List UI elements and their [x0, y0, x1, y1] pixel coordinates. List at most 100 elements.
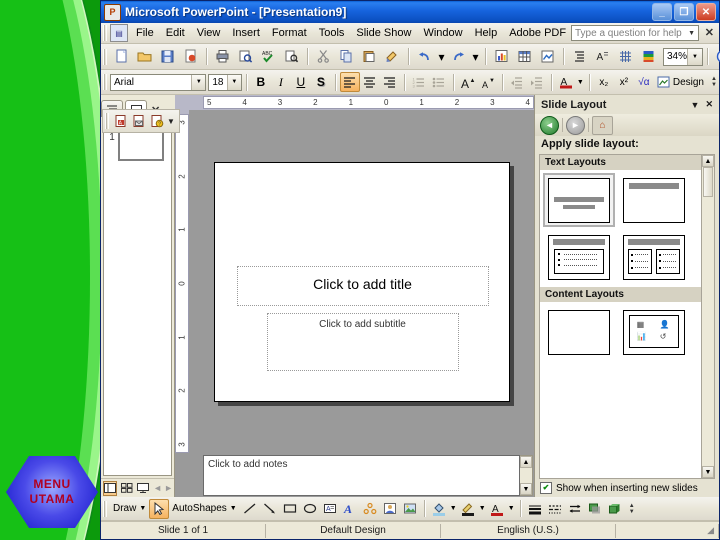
cut-icon[interactable] — [313, 46, 334, 67]
pdf-toolbar-grip[interactable] — [105, 113, 109, 129]
increase-font-icon[interactable]: A ▲ — [458, 72, 478, 92]
permission-icon[interactable] — [180, 46, 201, 67]
formatting-toolbar-options-icon[interactable]: ▲ ▼ — [709, 72, 719, 92]
pdf-and-review-icon[interactable]: ? — [148, 112, 166, 130]
menu-item-edit[interactable]: Edit — [160, 25, 191, 41]
picture-icon[interactable] — [400, 499, 420, 519]
menubar-grip[interactable] — [103, 25, 107, 41]
menu-item-adobe-pdf[interactable]: Adobe PDF — [503, 25, 572, 41]
align-left-icon[interactable] — [339, 72, 360, 92]
new-document-icon[interactable] — [111, 46, 132, 67]
italic-button[interactable]: I — [271, 72, 291, 92]
layout-title-slide[interactable] — [543, 173, 615, 227]
pdf-and-email-icon[interactable] — [130, 112, 148, 130]
chevron-down-icon[interactable]: ▼ — [688, 30, 695, 37]
font-size-dropdown-icon[interactable]: ▼ — [226, 74, 241, 90]
show-on-new-slides-row[interactable]: ✔ Show when inserting new slides — [535, 479, 719, 497]
previous-slide-icon[interactable]: ◄ — [153, 483, 162, 493]
home-icon[interactable]: ⌂ — [592, 115, 613, 135]
decrease-indent-icon[interactable] — [507, 72, 527, 92]
arrow-icon[interactable] — [260, 499, 280, 519]
font-name-dropdown-icon[interactable]: ▼ — [191, 74, 206, 90]
task-pane-close-icon[interactable]: ✕ — [705, 99, 713, 110]
formatting-toolbar-grip[interactable] — [103, 74, 107, 90]
normal-view-icon[interactable] — [103, 480, 118, 496]
decrease-font-icon[interactable]: A ▼ — [478, 72, 498, 92]
layout-gallery-scrollbar[interactable]: ▲ ▼ — [701, 155, 714, 478]
arrow-style-icon[interactable] — [565, 499, 585, 519]
fill-color-dropdown-icon[interactable]: ▼ — [449, 499, 458, 519]
layout-blank[interactable] — [543, 305, 615, 359]
font-color-icon[interactable]: A — [556, 72, 576, 92]
line-icon[interactable] — [240, 499, 260, 519]
insert-diagram-icon[interactable] — [537, 46, 558, 67]
slide-sorter-icon[interactable] — [119, 481, 133, 496]
undo-icon[interactable] — [414, 46, 435, 67]
font-size-combo[interactable]: 18 ▼ — [208, 73, 242, 91]
scroll-up-icon[interactable]: ▲ — [520, 456, 532, 468]
scroll-down-icon[interactable]: ▼ — [520, 483, 532, 495]
menu-item-insert[interactable]: Insert — [226, 25, 266, 41]
redo-dropdown-icon[interactable]: ▾ — [471, 46, 480, 67]
menu-item-window[interactable]: Window — [417, 25, 468, 41]
increase-indent-icon[interactable] — [527, 72, 547, 92]
task-pane-dropdown-icon[interactable]: ▼ — [691, 100, 700, 110]
ask-a-question-input[interactable]: Type a question for help ▼ — [571, 25, 699, 41]
diagram-icon[interactable] — [360, 499, 380, 519]
align-right-icon[interactable] — [380, 72, 400, 92]
print-icon[interactable] — [212, 46, 233, 67]
show-formatting-icon[interactable]: A — [592, 46, 613, 67]
notes-scrollbar[interactable]: ▲ ▼ — [520, 455, 533, 496]
insert-chart-icon[interactable] — [491, 46, 512, 67]
superscript-button[interactable]: x² — [614, 72, 634, 92]
shadow-style-icon[interactable] — [585, 499, 605, 519]
text-box-icon[interactable]: A — [320, 499, 340, 519]
equation-icon[interactable]: √α — [634, 72, 654, 92]
font-color-icon[interactable]: A — [487, 499, 507, 519]
copy-icon[interactable] — [336, 46, 357, 67]
layout-title-and-content[interactable]: ▦ 👤 📊 ↺ — [618, 305, 690, 359]
numbering-icon[interactable]: 123 — [409, 72, 429, 92]
help-icon[interactable]: ? — [713, 46, 720, 67]
wordart-icon[interactable]: A — [340, 499, 360, 519]
title-placeholder[interactable]: Click to add title — [236, 265, 489, 306]
layout-title-and-text[interactable] — [543, 230, 615, 284]
select-arrow-icon[interactable] — [149, 498, 170, 519]
menu-item-view[interactable]: View — [191, 25, 227, 41]
slide-thumbnail-list[interactable]: 1 — [103, 119, 172, 476]
forward-icon[interactable]: ► — [566, 115, 585, 135]
status-resize-grip[interactable]: ◢ — [616, 523, 719, 538]
zoom-combo[interactable]: 34% ▼ — [663, 47, 704, 66]
autoshapes-menu-button[interactable]: AutoShapes ▼ — [169, 503, 239, 514]
scroll-up-icon[interactable]: ▲ — [702, 155, 714, 167]
menu-item-format[interactable]: Format — [266, 25, 313, 41]
expand-all-icon[interactable] — [569, 46, 590, 67]
bold-button[interactable]: B — [251, 72, 271, 92]
back-icon[interactable]: ◄ — [540, 115, 559, 135]
color-scheme-icon[interactable] — [638, 46, 659, 67]
rectangle-icon[interactable] — [280, 499, 300, 519]
oval-icon[interactable] — [300, 499, 320, 519]
insert-table-icon[interactable] — [514, 46, 535, 67]
spelling-check-icon[interactable]: ABC — [258, 46, 279, 67]
fill-color-icon[interactable] — [429, 499, 449, 519]
minimize-button[interactable]: _ — [652, 3, 672, 21]
format-painter-icon[interactable] — [382, 46, 403, 67]
paste-icon[interactable] — [359, 46, 380, 67]
slide-show-icon[interactable] — [136, 481, 150, 496]
save-icon[interactable] — [157, 46, 178, 67]
dash-style-icon[interactable] — [545, 499, 565, 519]
line-color-icon[interactable] — [458, 499, 478, 519]
slide-canvas[interactable]: Click to add title Click to add subtitle — [213, 161, 510, 402]
scrollbar-thumb[interactable] — [703, 167, 713, 197]
menu-item-help[interactable]: Help — [469, 25, 504, 41]
bullets-icon[interactable] — [429, 72, 449, 92]
next-slide-icon[interactable]: ► — [164, 483, 173, 493]
layout-title-only[interactable] — [618, 173, 690, 227]
draw-menu-button[interactable]: Draw ▼ — [110, 503, 149, 514]
clip-art-icon[interactable] — [380, 499, 400, 519]
redo-icon[interactable] — [448, 46, 469, 67]
layout-title-and-two-column-text[interactable] — [618, 230, 690, 284]
design-button[interactable]: Design — [654, 76, 707, 89]
notes-pane[interactable]: Click to add notes — [203, 455, 520, 496]
